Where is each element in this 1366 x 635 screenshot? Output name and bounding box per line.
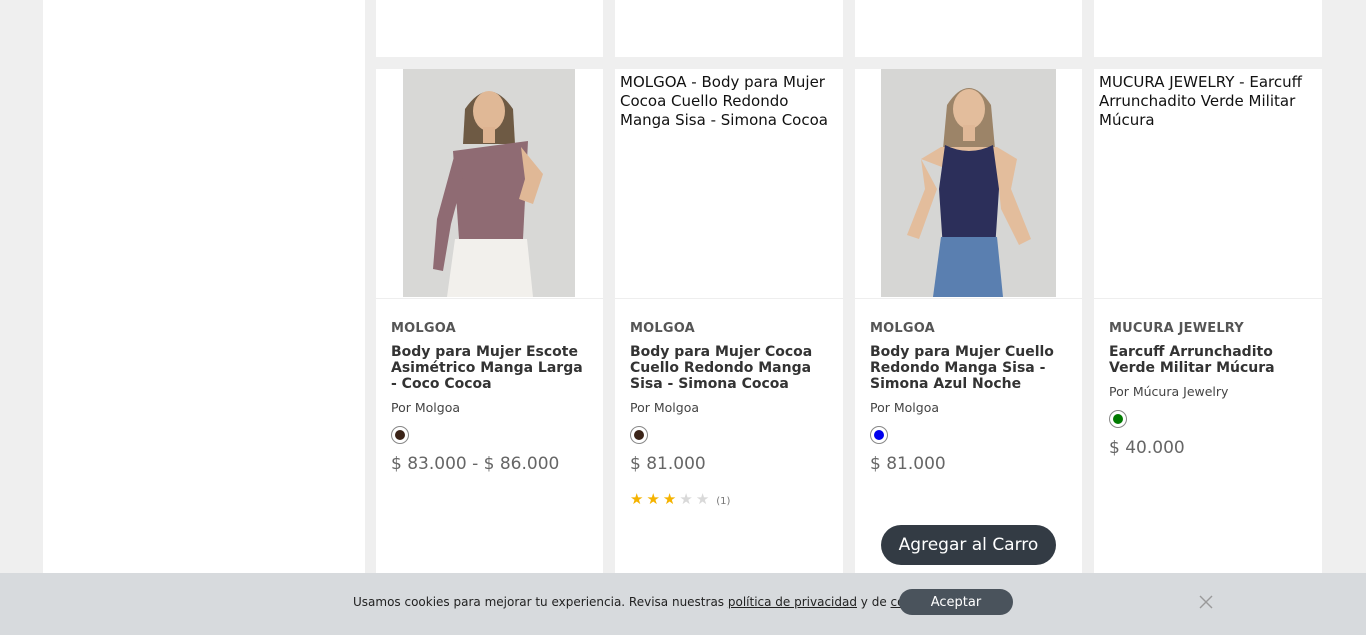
product-card[interactable]: MOLGOA Body para Mujer Cuello Redondo Ma…	[855, 69, 1082, 589]
product-title[interactable]: Body para Mujer Cuello Redondo Manga Sis…	[870, 344, 1072, 392]
cookie-text-before: Usamos cookies para mejorar tu experienc…	[353, 595, 728, 609]
color-swatch[interactable]	[1109, 410, 1127, 428]
product-brand[interactable]: MUCURA JEWELRY	[1109, 321, 1244, 336]
close-icon[interactable]	[1197, 593, 1215, 611]
product-image-link[interactable]: MUCURA JEWELRY - Earcuff Arrunchadito Ve…	[1094, 69, 1322, 299]
product-image-link[interactable]: MOLGOA - Body para Mujer Cocoa Cuello Re…	[615, 69, 843, 299]
product-card[interactable]: MUCURA JEWELRY - Earcuff Arrunchadito Ve…	[1094, 69, 1322, 589]
product-title[interactable]: Body para Mujer Cocoa Cuello Redondo Man…	[630, 344, 833, 392]
cookie-text-middle: y de	[856, 595, 891, 609]
star-icon: ★	[695, 490, 713, 508]
product-seller: Por Molgoa	[870, 400, 940, 415]
product-seller: Por Múcura Jewelry	[1109, 384, 1229, 399]
product-brand[interactable]: MOLGOA	[870, 321, 935, 336]
swatch-color	[874, 430, 884, 440]
color-swatch[interactable]	[870, 426, 888, 444]
product-image-alt-text[interactable]: MUCURA JEWELRY - Earcuff Arrunchadito Ve…	[1099, 73, 1314, 130]
product-title[interactable]: Body para Mujer Escote Asimétrico Manga …	[391, 344, 593, 392]
cookie-banner: Usamos cookies para mejorar tu experienc…	[0, 573, 1366, 635]
product-brand[interactable]: MOLGOA	[391, 321, 456, 336]
product-image-alt-text[interactable]: MOLGOA - Body para Mujer Cocoa Cuello Re…	[620, 73, 835, 130]
product-photo[interactable]	[881, 69, 1056, 297]
product-seller: Por Molgoa	[630, 400, 700, 415]
swatch-color	[1113, 414, 1123, 424]
product-card-previous[interactable]	[1094, 0, 1322, 57]
star-icon: ★	[679, 490, 696, 508]
product-price: $ 83.000 - $ 86.000	[391, 454, 560, 474]
product-card[interactable]: MOLGOA - Body para Mujer Cocoa Cuello Re…	[615, 69, 843, 589]
color-swatch[interactable]	[630, 426, 648, 444]
product-title[interactable]: Earcuff Arrunchadito Verde Militar Múcur…	[1109, 344, 1312, 376]
add-to-cart-button[interactable]: Agregar al Carro	[881, 525, 1056, 565]
product-card-previous[interactable]	[855, 0, 1082, 57]
cookie-message: Usamos cookies para mejorar tu experienc…	[353, 595, 940, 609]
star-icon: ★	[630, 490, 647, 508]
product-price: $ 40.000	[1109, 438, 1185, 458]
privacy-policy-link[interactable]: política de privacidad	[728, 595, 857, 609]
star-icons: ★★★★★	[630, 490, 712, 508]
product-price: $ 81.000	[630, 454, 706, 474]
product-card-previous[interactable]	[615, 0, 843, 57]
swatch-color	[634, 430, 644, 440]
product-image-link[interactable]	[855, 69, 1082, 299]
filter-sidebar	[43, 0, 365, 635]
accept-cookies-button[interactable]: Aceptar	[899, 589, 1013, 615]
product-brand[interactable]: MOLGOA	[630, 321, 695, 336]
swatch-color	[395, 430, 405, 440]
product-image-link[interactable]	[376, 69, 603, 299]
product-seller: Por Molgoa	[391, 400, 461, 415]
product-card-previous[interactable]	[376, 0, 603, 57]
color-swatch[interactable]	[391, 426, 409, 444]
rating-stars[interactable]: ★★★★★ (1)	[630, 490, 730, 508]
product-card[interactable]: MOLGOA Body para Mujer Escote Asimétrico…	[376, 69, 603, 589]
star-icon: ★	[646, 490, 663, 508]
rating-count: (1)	[716, 496, 731, 507]
product-price: $ 81.000	[870, 454, 946, 474]
star-icon: ★	[662, 490, 680, 508]
product-photo[interactable]	[403, 69, 575, 297]
